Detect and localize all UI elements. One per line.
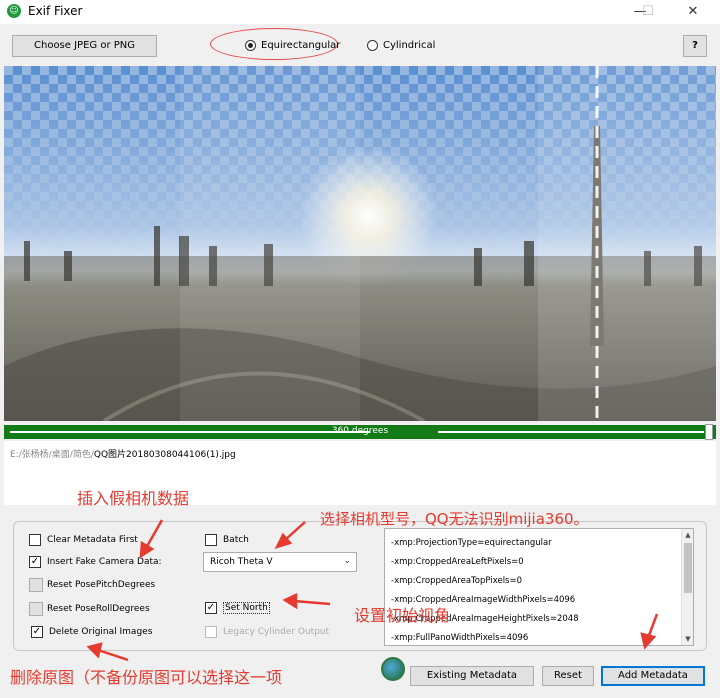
arrow-set-view-line [293, 599, 331, 606]
arrow-fake-camera-line [144, 519, 164, 549]
arrow-add-metadata-head [640, 632, 657, 650]
arrow-fake-camera-head [139, 540, 155, 559]
arrow-select-model-line [284, 521, 306, 541]
arrow-add-metadata-line [646, 613, 659, 639]
arrow-delete-line [97, 648, 129, 662]
annotation-arrows [86, 519, 659, 662]
arrow-delete-head [86, 642, 103, 659]
arrow-set-view-head [282, 593, 298, 610]
